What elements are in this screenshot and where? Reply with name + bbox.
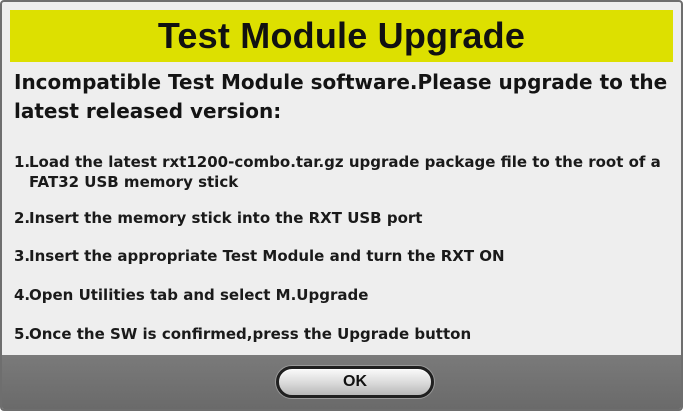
ok-button-label: OK: [343, 373, 367, 390]
dialog-footer: OK: [2, 355, 681, 409]
step-text: Insert the appropriate Test Module and t…: [29, 247, 505, 265]
step-number: 1.: [14, 153, 31, 171]
upgrade-dialog: Test Module Upgrade Incompatible Test Mo…: [0, 0, 683, 411]
step-text: Once the SW is confirmed,press the Upgra…: [29, 325, 472, 343]
dialog-title: Test Module Upgrade: [157, 15, 526, 56]
step-number: 5.: [14, 325, 31, 343]
dialog-message: Incompatible Test Module software.Please…: [14, 70, 668, 123]
step-text: Open Utilities tab and select M.Upgrade: [29, 286, 369, 304]
step-text: Insert the memory stick into the RXT USB…: [29, 209, 423, 227]
ok-button[interactable]: OK: [276, 366, 434, 398]
step-number: 3.: [14, 247, 31, 265]
dialog-body: Incompatible Test Module software.Please…: [14, 68, 673, 352]
step-text: Load the latest rxt1200-combo.tar.gz upg…: [29, 153, 661, 191]
step-item-1: 1. Load the latest rxt1200-combo.tar.gz …: [14, 152, 673, 192]
step-item-4: 4. Open Utilities tab and select M.Upgra…: [14, 285, 673, 305]
step-item-5: 5. Once the SW is confirmed,press the Up…: [14, 324, 673, 344]
step-number: 4.: [14, 286, 31, 304]
step-number: 2.: [14, 209, 31, 227]
step-item-2: 2. Insert the memory stick into the RXT …: [14, 208, 673, 228]
dialog-title-bar: Test Module Upgrade: [10, 10, 673, 62]
step-item-3: 3. Insert the appropriate Test Module an…: [14, 246, 673, 266]
